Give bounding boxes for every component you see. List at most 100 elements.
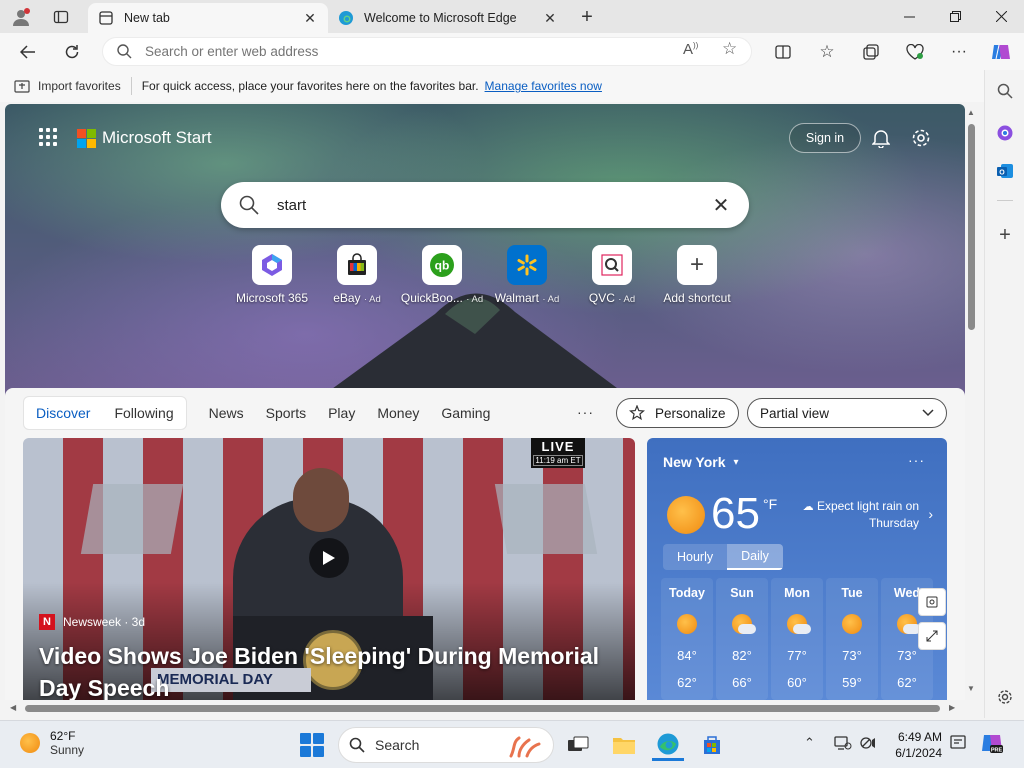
teleprompter-image — [80, 484, 184, 554]
shortcut-label: eBay — [333, 291, 361, 305]
scroll-thumb[interactable] — [968, 124, 975, 330]
category-play[interactable]: Play — [328, 405, 355, 421]
day-low: 62° — [677, 675, 697, 690]
weather-location[interactable]: New York ▾ — [663, 454, 739, 470]
system-clock[interactable]: 6:49 AM 6/1/2024 — [886, 729, 942, 761]
network-volume-icon[interactable] — [860, 735, 878, 754]
refresh-icon[interactable] — [58, 38, 86, 66]
back-icon[interactable] — [14, 38, 42, 66]
more-categories-icon[interactable]: ··· — [577, 404, 594, 420]
sidebar-search-icon[interactable] — [990, 76, 1020, 106]
microsoft-start-logo[interactable]: Microsoft Start — [77, 128, 212, 148]
shortcut-quickbooks[interactable]: qb QuickBoo... · Ad — [397, 245, 487, 305]
copilot-preview-icon[interactable]: PRE — [980, 731, 1004, 758]
shortcut-ebay[interactable]: eBay · Ad — [312, 245, 402, 305]
tab-following[interactable]: Following — [102, 397, 185, 429]
forecast-day[interactable]: Today 84° 62° — [661, 578, 713, 700]
taskbar-search-box[interactable]: Search — [338, 727, 554, 763]
copilot-icon[interactable] — [988, 39, 1014, 65]
tab-discover[interactable]: Discover — [24, 397, 102, 429]
outlook-icon[interactable]: O — [990, 156, 1020, 186]
category-gaming[interactable]: Gaming — [441, 405, 490, 421]
open-external-icon[interactable] — [918, 588, 946, 616]
task-view-icon[interactable] — [562, 729, 594, 761]
category-money[interactable]: Money — [377, 405, 419, 421]
shortcut-microsoft-365[interactable]: Microsoft 365 — [227, 245, 317, 305]
category-news[interactable]: News — [209, 405, 244, 421]
web-search-box[interactable]: ✕ — [221, 182, 749, 228]
tab-welcome-edge[interactable]: Welcome to Microsoft Edge ✕ — [328, 3, 568, 33]
close-window-icon[interactable] — [978, 0, 1024, 33]
tab-daily[interactable]: Daily — [727, 544, 783, 570]
tab-title: Welcome to Microsoft Edge — [364, 11, 517, 25]
device-tray-icon[interactable] — [834, 735, 852, 754]
collections-icon[interactable] — [858, 39, 884, 65]
restore-icon[interactable] — [932, 0, 978, 33]
shortcut-walmart[interactable]: Walmart · Ad — [482, 245, 572, 305]
category-sports[interactable]: Sports — [266, 405, 306, 421]
forecast-day[interactable]: Tue 73° 59° — [826, 578, 878, 700]
scroll-right-icon[interactable]: ▶ — [949, 703, 955, 712]
forecast-day[interactable]: Sun 82° 66° — [716, 578, 768, 700]
edge-taskbar-icon[interactable] — [652, 729, 684, 761]
shortcut-qvc[interactable]: QVC · Ad — [567, 245, 657, 305]
horizontal-scrollbar[interactable]: ◀ ▶ — [5, 700, 965, 716]
notifications-bell-icon[interactable] — [867, 124, 895, 152]
address-input[interactable] — [145, 44, 751, 59]
weather-card[interactable]: New York ▾ ··· 65 °F ☁ Expect light rain… — [647, 438, 947, 700]
settings-more-icon[interactable]: ··· — [946, 39, 972, 65]
tab-actions-icon[interactable] — [48, 5, 74, 29]
scroll-left-icon[interactable]: ◀ — [10, 703, 16, 712]
vertical-scrollbar[interactable]: ▲ ▼ — [965, 104, 979, 700]
scroll-thumb[interactable] — [25, 705, 940, 712]
hero-news-card[interactable]: MEMORIAL DAY LIVE 11:19 am ET N Newsweek… — [23, 438, 635, 700]
import-favorites-button[interactable]: Import favorites — [14, 79, 121, 93]
clear-search-icon[interactable]: ✕ — [693, 193, 749, 218]
new-tab-plus-icon[interactable]: + — [574, 5, 600, 29]
sidebar-settings-icon[interactable] — [990, 682, 1020, 712]
sidebar-divider — [997, 200, 1013, 201]
favorite-star-icon[interactable]: ☆ — [722, 39, 737, 59]
taskbar-weather-widget[interactable]: 62°F Sunny — [20, 729, 84, 757]
temperature-unit[interactable]: °F — [763, 496, 777, 512]
scroll-up-icon[interactable]: ▲ — [967, 108, 975, 117]
split-screen-icon[interactable] — [770, 39, 796, 65]
feed-toggle: Discover Following — [23, 396, 187, 430]
close-tab-icon[interactable]: ✕ — [542, 10, 558, 27]
personalize-button[interactable]: Personalize — [616, 398, 739, 428]
address-box[interactable] — [102, 37, 752, 66]
ad-label: · Ad — [466, 294, 484, 305]
play-video-icon[interactable] — [309, 538, 349, 578]
browser-essentials-icon[interactable] — [902, 39, 928, 65]
favorites-icon[interactable]: ☆ — [814, 39, 840, 65]
minimize-icon[interactable] — [886, 0, 932, 33]
manage-favorites-link[interactable]: Manage favorites now — [485, 79, 602, 93]
add-shortcut-button[interactable]: + Add shortcut — [652, 245, 742, 305]
microsoft-store-icon[interactable] — [696, 729, 728, 761]
microsoft-logo-icon — [77, 128, 96, 148]
file-explorer-icon[interactable] — [608, 729, 640, 761]
web-search-input[interactable] — [277, 196, 693, 214]
tab-hourly[interactable]: Hourly — [663, 544, 727, 570]
layout-view-select[interactable]: Partial view — [747, 398, 947, 428]
page-settings-gear-icon[interactable] — [907, 124, 935, 152]
weather-more-icon[interactable]: ··· — [908, 452, 925, 468]
forecast-day[interactable]: Mon 77° 60° — [771, 578, 823, 700]
notifications-icon[interactable] — [950, 735, 966, 754]
sign-in-button[interactable]: Sign in — [789, 123, 861, 153]
read-aloud-icon[interactable]: A)) — [683, 41, 698, 58]
tab-new-tab[interactable]: New tab ✕ — [88, 3, 328, 33]
show-hidden-icons-chevron-icon[interactable]: ⌃ — [804, 735, 815, 751]
windows-start-icon[interactable] — [300, 733, 324, 757]
close-tab-icon[interactable]: ✕ — [302, 10, 318, 27]
day-low: 59° — [842, 675, 862, 690]
profile-icon[interactable] — [8, 5, 34, 29]
scroll-down-icon[interactable]: ▼ — [967, 684, 975, 693]
add-sidebar-app-icon[interactable]: + — [990, 220, 1020, 250]
expand-icon[interactable] — [918, 622, 946, 650]
article-headline[interactable]: Video Shows Joe Biden 'Sleeping' During … — [39, 640, 619, 700]
chevron-right-icon[interactable]: › — [928, 506, 933, 522]
apps-launcher-icon[interactable] — [39, 128, 57, 146]
microsoft-365-icon[interactable] — [990, 118, 1020, 148]
live-time: 11:19 am ET — [533, 455, 583, 466]
